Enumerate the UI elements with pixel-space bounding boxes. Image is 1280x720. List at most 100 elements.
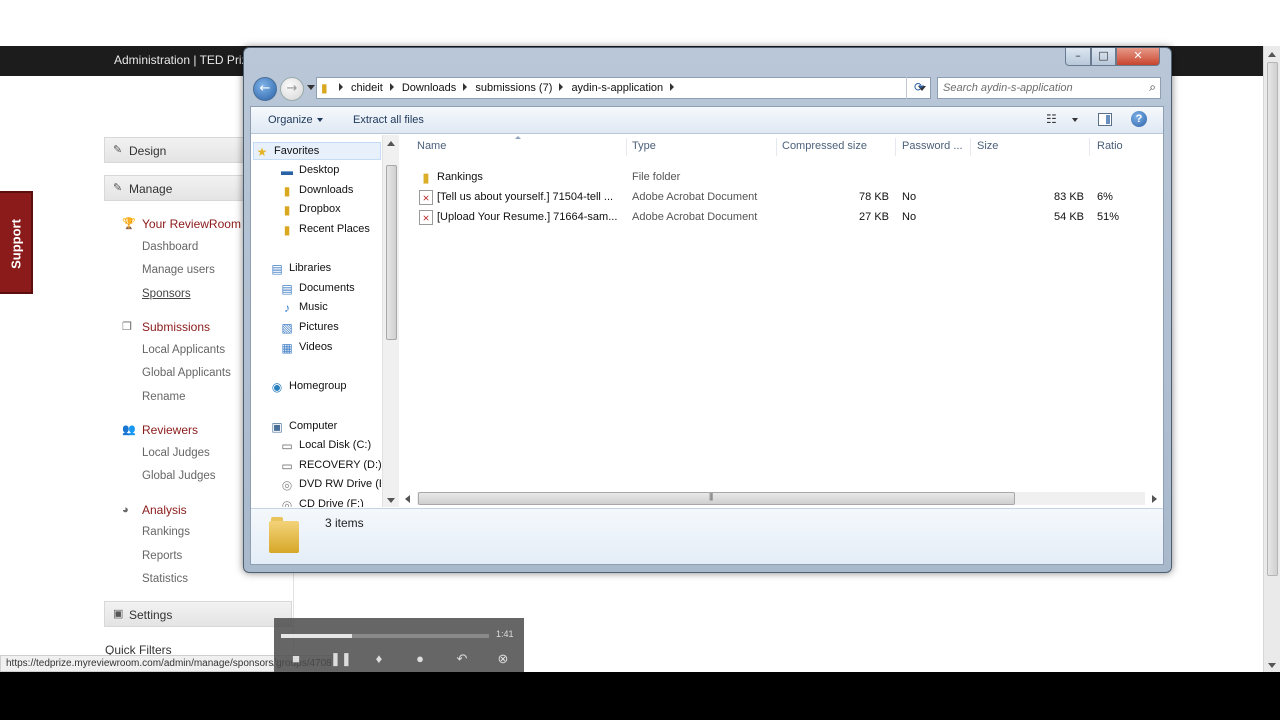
file-type: Adobe Acrobat Document	[632, 211, 758, 223]
view-options-icon[interactable]: ☷	[1046, 112, 1057, 126]
nav-recovery[interactable]: ▭ RECOVERY (D:)	[279, 457, 381, 475]
sidebar-link-global-applicants[interactable]: Global Applicants	[142, 367, 231, 379]
search-input[interactable]: Search aydin-s-application ⌕	[937, 77, 1161, 99]
scroll-left-arrow-icon[interactable]	[405, 495, 410, 503]
sidebar-link-rename[interactable]: Rename	[142, 391, 185, 403]
file-row[interactable]: ⨯ [Tell us about yourself.] 71504-tell .…	[415, 188, 1155, 208]
breadcrumb-separator-icon[interactable]	[670, 83, 675, 91]
people-icon: 👥	[122, 424, 136, 436]
pencil-icon: ✎	[113, 144, 123, 156]
nav-label: Music	[299, 301, 328, 313]
sidebar-link-global-judges[interactable]: Global Judges	[142, 470, 216, 482]
minimize-button[interactable]: –	[1065, 48, 1091, 66]
file-ratio: 6%	[1097, 191, 1113, 203]
column-divider[interactable]	[776, 138, 777, 156]
horizontal-scroll-thumb[interactable]	[418, 492, 1015, 505]
star-icon: ★	[256, 145, 268, 159]
breadcrumb-separator-icon[interactable]	[339, 83, 343, 91]
preview-pane-icon[interactable]	[1098, 113, 1112, 126]
sidebar-link-rankings[interactable]: Rankings	[142, 526, 190, 538]
breadcrumb-item[interactable]: chideit	[351, 82, 383, 94]
column-divider[interactable]	[970, 138, 971, 156]
nav-videos[interactable]: ▦ Videos	[279, 339, 381, 357]
nav-libraries[interactable]: ▤ Libraries	[269, 260, 381, 278]
nav-music[interactable]: ♪ Music	[279, 299, 381, 317]
file-row[interactable]: ▮ Rankings File folder	[415, 168, 1155, 188]
nav-pane-scrollbar[interactable]	[382, 135, 399, 507]
scroll-down-arrow-icon[interactable]	[1268, 663, 1276, 668]
column-divider[interactable]	[895, 138, 896, 156]
breadcrumb-separator-icon[interactable]	[463, 83, 468, 91]
zip-folder-icon	[269, 517, 299, 553]
extract-all-button[interactable]: Extract all files	[353, 114, 424, 126]
refresh-icon[interactable]: ⟳	[906, 77, 931, 99]
search-icon[interactable]: ⌕	[1149, 80, 1156, 95]
webcam-icon[interactable]: ●	[412, 651, 428, 667]
admin-title: Administration | TED Priz	[114, 53, 248, 67]
column-header-name[interactable]: Name	[417, 140, 617, 152]
file-row[interactable]: ⨯ [Upload Your Resume.] 71664-sam... Ado…	[415, 208, 1155, 228]
breadcrumb-item[interactable]: submissions (7)	[475, 82, 552, 94]
scroll-down-arrow-icon[interactable]	[387, 498, 395, 503]
nav-documents[interactable]: ▤ Documents	[279, 280, 381, 298]
undo-icon[interactable]: ↶	[454, 651, 470, 667]
sidebar-link-reports[interactable]: Reports	[142, 550, 182, 562]
maximize-button[interactable]: □	[1091, 48, 1116, 66]
scroll-right-arrow-icon[interactable]	[1152, 495, 1157, 503]
column-header-password[interactable]: Password ...	[902, 140, 974, 152]
organize-button[interactable]: Organize	[268, 114, 323, 126]
playback-time: 1:41	[496, 629, 514, 639]
nav-recent-places[interactable]: ▮ Recent Places	[279, 221, 381, 239]
nav-favorites[interactable]: ★ Favorites	[253, 142, 381, 160]
nav-desktop[interactable]: ▬ Desktop	[279, 162, 381, 180]
browser-scrollbar[interactable]	[1263, 46, 1280, 672]
help-icon[interactable]: ?	[1131, 111, 1147, 127]
view-dropdown-icon[interactable]	[1072, 118, 1078, 122]
browser-scroll-thumb[interactable]	[1267, 62, 1278, 576]
scroll-up-arrow-icon[interactable]	[1268, 52, 1276, 57]
breadcrumb-separator-icon[interactable]	[389, 83, 394, 91]
breadcrumb-item[interactable]: aydin-s-application	[571, 82, 663, 94]
sidebar-link-dashboard[interactable]: Dashboard	[142, 241, 198, 253]
nav-homegroup[interactable]: ◉ Homegroup	[269, 378, 381, 396]
pdf-document-icon: ⨯	[419, 190, 433, 205]
column-divider[interactable]	[1089, 138, 1090, 156]
back-button[interactable]: ←	[253, 77, 277, 101]
nav-downloads[interactable]: ▮ Downloads	[279, 182, 381, 200]
column-header-type[interactable]: Type	[632, 140, 772, 152]
microphone-icon[interactable]: ♦	[371, 651, 387, 667]
nav-cd-drive[interactable]: ◎ CD Drive (F:)	[279, 496, 381, 507]
pause-icon[interactable]: ❚❚	[330, 651, 352, 667]
nav-dropbox[interactable]: ▮ Dropbox	[279, 201, 381, 219]
support-tab[interactable]: Support	[0, 191, 33, 294]
nav-dvd-drive[interactable]: ◎ DVD RW Drive (E:	[279, 476, 381, 494]
file-size: 54 KB	[1054, 211, 1084, 223]
column-divider[interactable]	[626, 138, 627, 156]
sidebar-link-manage-users[interactable]: Manage users	[142, 264, 215, 276]
address-bar[interactable]: ▮ chideit Downloads submissions (7) aydi…	[316, 77, 931, 99]
column-header-size[interactable]: Size	[977, 140, 1077, 152]
nav-local-disk[interactable]: ▭ Local Disk (C:)	[279, 437, 381, 455]
breadcrumb-separator-icon[interactable]	[559, 83, 564, 91]
sidebar-link-local-judges[interactable]: Local Judges	[142, 447, 210, 459]
file-list-horizontal-scrollbar[interactable]	[401, 490, 1163, 507]
stop-icon[interactable]: ■	[288, 651, 304, 667]
nav-pictures[interactable]: ▧ Pictures	[279, 319, 381, 337]
breadcrumb-item[interactable]: Downloads	[402, 82, 456, 94]
desktop-screenshot-area: Administration | TED Priz Support ✎ Desi…	[0, 0, 1280, 672]
close-button[interactable]: ✕	[1116, 48, 1160, 66]
sidebar-link-statistics[interactable]: Statistics	[142, 573, 188, 585]
column-header-ratio[interactable]: Ratio	[1097, 140, 1157, 152]
cancel-icon[interactable]: ⊗	[495, 651, 511, 667]
column-header-compressed-size[interactable]: Compressed size	[782, 140, 894, 152]
nav-scroll-thumb[interactable]	[386, 165, 397, 340]
playback-progress-bar[interactable]	[281, 634, 489, 638]
sidebar-link-local-applicants[interactable]: Local Applicants	[142, 344, 225, 356]
sidebar-group-label: Submissions	[142, 320, 211, 334]
forward-button[interactable]: →	[280, 77, 304, 101]
sidebar-link-sponsors[interactable]: Sponsors	[142, 288, 191, 300]
nav-computer[interactable]: ▣ Computer	[269, 418, 381, 436]
sidebar-section-settings[interactable]: ▣ Settings	[104, 601, 292, 627]
recent-pages-dropdown-icon[interactable]	[307, 85, 315, 90]
scroll-up-arrow-icon[interactable]	[387, 141, 395, 146]
